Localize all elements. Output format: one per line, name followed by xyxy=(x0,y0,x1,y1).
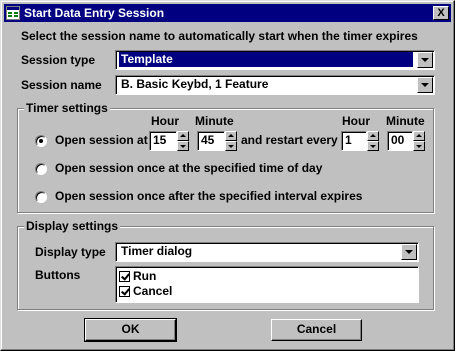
close-icon: X xyxy=(437,7,445,19)
chevron-down-icon[interactable] xyxy=(417,52,433,68)
restart-minute-field[interactable]: 00 xyxy=(387,131,413,151)
dialog-window: Start Data Entry Session X Select the se… xyxy=(0,0,455,351)
run-checkbox[interactable] xyxy=(119,271,130,282)
increment-icon[interactable] xyxy=(225,131,237,141)
time-of-day-radio[interactable] xyxy=(35,163,47,175)
increment-icon[interactable] xyxy=(413,131,425,141)
cancel-checkbox-label: Cancel xyxy=(133,284,173,298)
cancel-button[interactable]: Cancel xyxy=(271,319,362,341)
cancel-checkbox[interactable] xyxy=(119,286,130,297)
restart-minute-spinner[interactable]: 00 xyxy=(387,131,425,151)
start-minute-spinner[interactable]: 45 xyxy=(197,131,237,151)
buttons-label: Buttons xyxy=(35,268,81,282)
run-checkbox-label: Run xyxy=(133,269,157,283)
session-type-value: Template xyxy=(119,52,413,67)
time-of-day-label: Open session once at the specified time … xyxy=(55,161,323,175)
chevron-down-icon[interactable] xyxy=(417,77,433,93)
session-name-label: Session name xyxy=(21,78,102,92)
hour-column-label: Hour xyxy=(151,114,179,128)
window-title: Start Data Entry Session xyxy=(24,6,165,20)
minute-column-label: Minute xyxy=(195,114,234,128)
interval-label: Open session once after the specified in… xyxy=(55,189,363,203)
restart-hour-field[interactable]: 1 xyxy=(341,131,367,151)
interval-radio[interactable] xyxy=(35,191,47,203)
open-session-at-radio[interactable] xyxy=(35,135,47,147)
start-hour-spinner[interactable]: 15 xyxy=(149,131,189,151)
decrement-icon[interactable] xyxy=(367,141,379,151)
display-type-label: Display type xyxy=(35,245,106,259)
title-bar[interactable]: Start Data Entry Session X xyxy=(4,4,451,22)
increment-icon[interactable] xyxy=(177,131,189,141)
session-type-select[interactable]: Template xyxy=(115,50,435,70)
decrement-icon[interactable] xyxy=(413,141,425,151)
timer-settings-title: Timer settings xyxy=(24,101,110,115)
close-button[interactable]: X xyxy=(433,6,449,20)
start-hour-field[interactable]: 15 xyxy=(149,131,177,151)
restart-minute-column-label: Minute xyxy=(386,114,425,128)
restart-hour-column-label: Hour xyxy=(342,114,370,128)
decrement-icon[interactable] xyxy=(225,141,237,151)
decrement-icon[interactable] xyxy=(177,141,189,151)
instruction-text: Select the session name to automatically… xyxy=(21,29,418,43)
start-minute-field[interactable]: 45 xyxy=(197,131,225,151)
increment-icon[interactable] xyxy=(367,131,379,141)
display-type-select[interactable]: Timer dialog xyxy=(115,242,419,262)
display-type-value: Timer dialog xyxy=(121,244,193,258)
ok-button[interactable]: OK xyxy=(84,318,177,342)
restart-hour-spinner[interactable]: 1 xyxy=(341,131,379,151)
session-type-label: Session type xyxy=(21,53,96,67)
restart-every-label: and restart every xyxy=(241,133,338,147)
display-settings-title: Display settings xyxy=(24,219,121,233)
session-name-value: B. Basic Keybd, 1 Feature xyxy=(121,77,269,91)
buttons-checklist: Run Cancel xyxy=(115,266,419,303)
chevron-down-icon[interactable] xyxy=(401,244,417,260)
open-session-at-label: Open session at xyxy=(55,133,148,147)
app-window-icon xyxy=(6,6,20,20)
session-name-select[interactable]: B. Basic Keybd, 1 Feature xyxy=(115,75,435,95)
